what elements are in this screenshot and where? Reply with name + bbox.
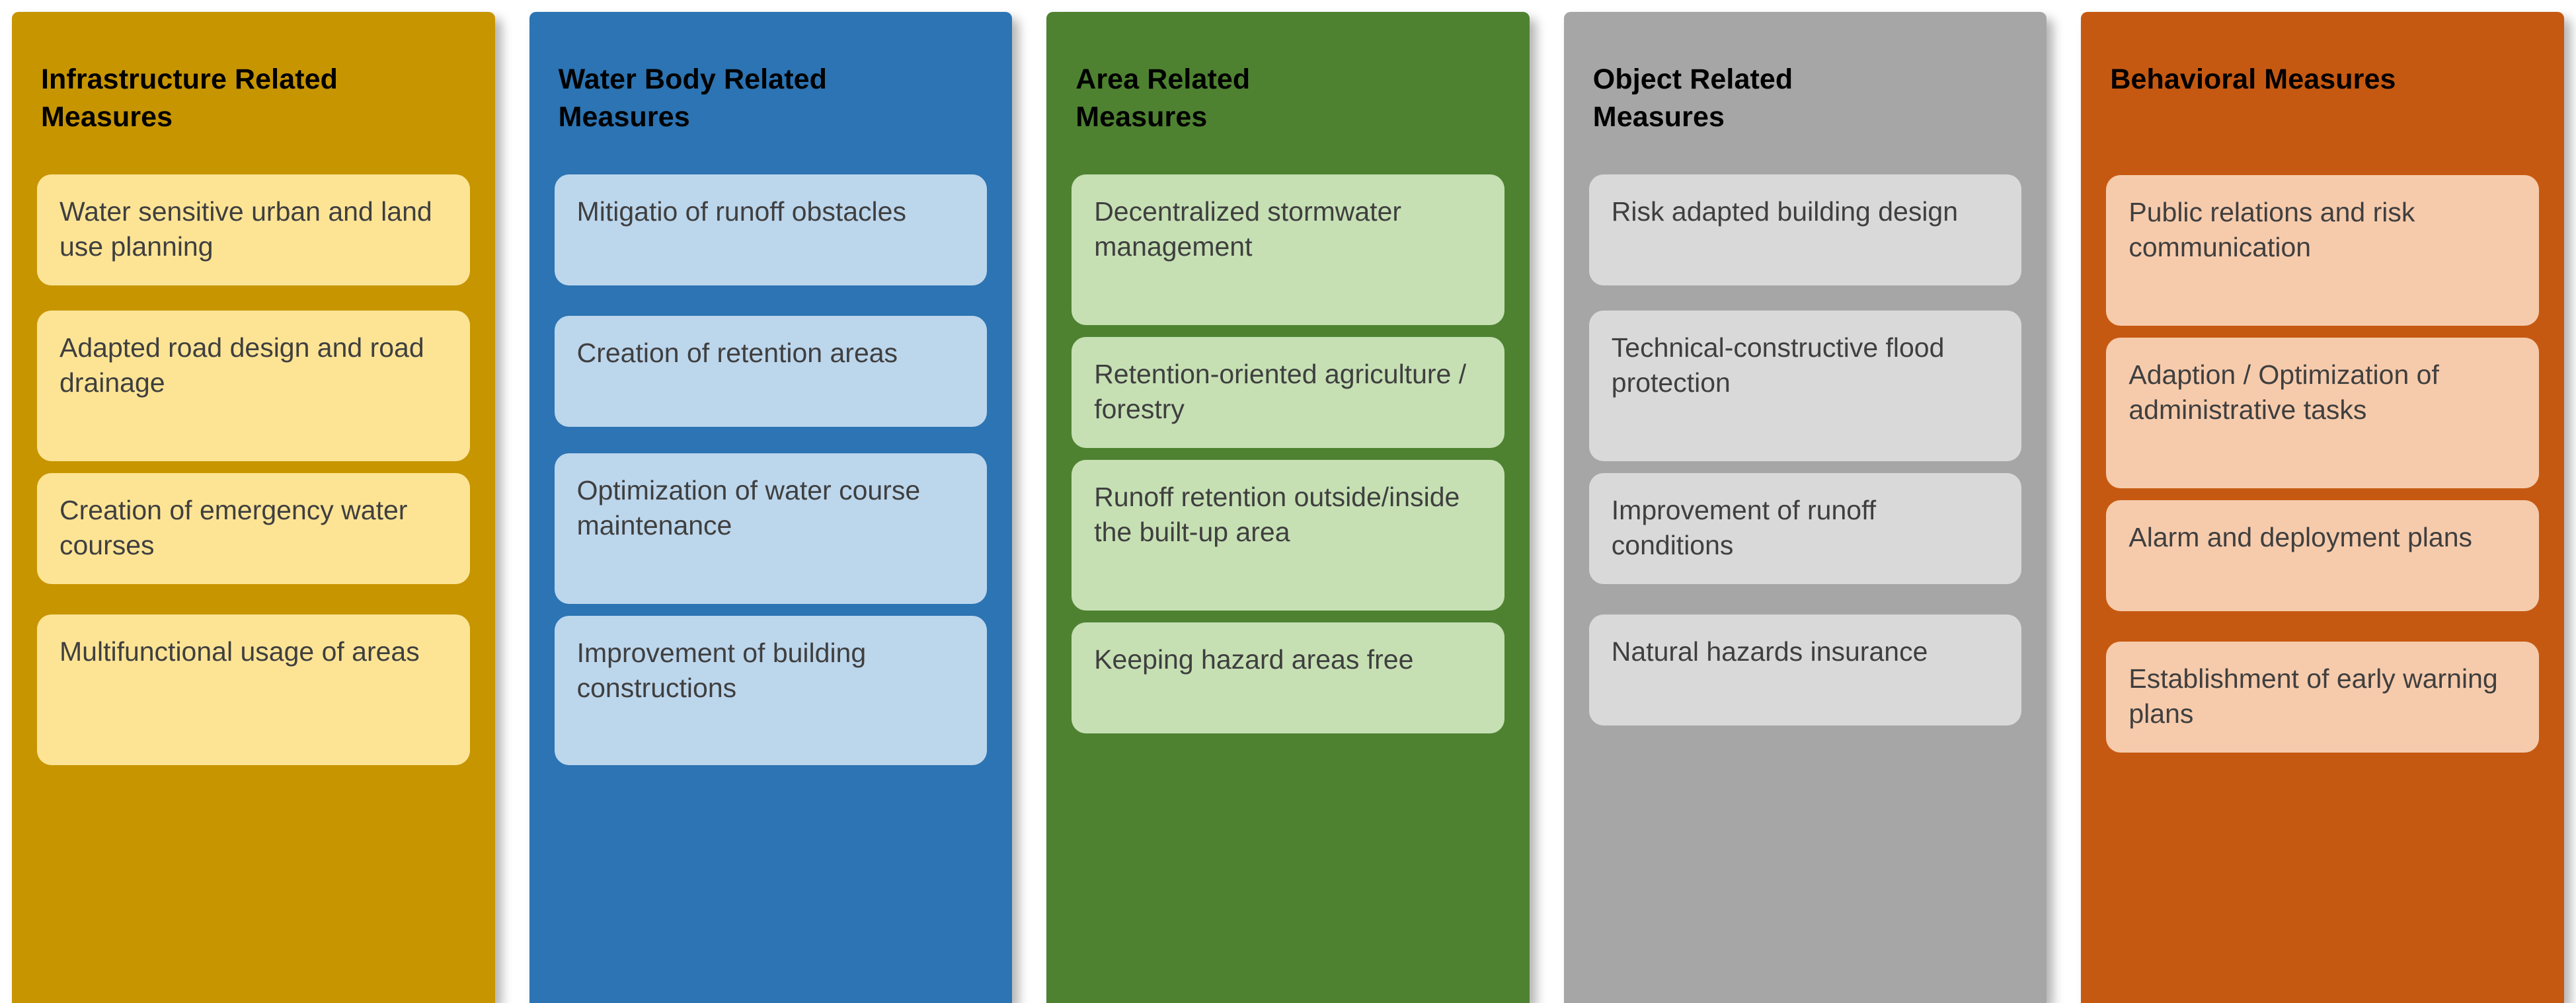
measure-card[interactable]: Keeping hazard areas free [1072, 622, 1504, 733]
measure-label: Water sensitive urban and land use plann… [59, 196, 432, 262]
measure-label: Creation of retention areas [576, 337, 898, 368]
measures-diagram: Infrastructure Related Measures Water se… [0, 0, 2576, 1003]
column-title-infrastructure: Infrastructure Related Measures [41, 63, 338, 133]
card-list-water-body: Mitigatio of runoff obstacles Creation o… [554, 136, 988, 765]
measure-card[interactable]: Adapted road design and road drainage [37, 310, 470, 461]
measure-card[interactable]: Optimization of water course maintenance [554, 453, 988, 604]
measure-card[interactable]: Improvement of runoff conditions [1588, 472, 2022, 584]
measure-card[interactable]: Water sensitive urban and land use plann… [37, 174, 470, 285]
measure-card[interactable]: Runoff retention outside/inside the buil… [1072, 459, 1504, 611]
card-list-infrastructure: Water sensitive urban and land use plann… [37, 136, 470, 765]
measure-card[interactable]: Creation of retention areas [554, 315, 988, 427]
measure-label: Improvement of runoff conditions [1611, 494, 1877, 560]
measure-card[interactable]: Improvement of building constructions [554, 615, 988, 765]
measure-card[interactable]: Risk adapted building design [1588, 174, 2022, 285]
card-list-area: Decentralized stormwater management Rete… [1072, 136, 1504, 733]
measure-label: Technical-constructive flood protection [1611, 332, 1945, 398]
measure-card[interactable]: Adaption / Optimization of administrativ… [2106, 337, 2539, 488]
measure-card[interactable]: Technical-constructive flood protection [1588, 310, 2022, 461]
measure-label: Decentralized stormwater management [1094, 196, 1402, 262]
measure-label: Improvement of building constructions [576, 637, 867, 703]
column-title-behavioral: Behavioral Measures [2110, 63, 2396, 95]
measure-label: Public relations and risk communication [2128, 196, 2415, 263]
card-list-behavioral: Public relations and risk communication … [2106, 98, 2539, 753]
measure-label: Creation of emergency water courses [59, 494, 408, 560]
column-area: Area Related Measures Decentralized stor… [1046, 12, 1530, 1003]
card-list-object: Risk adapted building design Technical-c… [1588, 136, 2022, 725]
measure-label: Establishment of early warning plans [2128, 663, 2498, 729]
measure-card[interactable]: Mitigatio of runoff obstacles [554, 174, 988, 285]
column-object: Object Related Measures Risk adapted bui… [1563, 12, 2047, 1003]
measure-card[interactable]: Creation of emergency water courses [37, 472, 470, 584]
measure-card[interactable]: Public relations and risk communication [2106, 174, 2539, 326]
measure-label: Keeping hazard areas free [1094, 644, 1414, 675]
measure-label: Retention-oriented agriculture / forestr… [1094, 358, 1467, 424]
measure-label: Adapted road design and road drainage [59, 332, 424, 398]
measure-card[interactable]: Establishment of early warning plans [2106, 641, 2539, 753]
column-water-body: Water Body Related Measures Mitigatio of… [529, 12, 1013, 1003]
measure-card[interactable]: Decentralized stormwater management [1072, 174, 1504, 325]
measure-label: Mitigatio of runoff obstacles [576, 196, 906, 227]
measure-label: Alarm and deployment plans [2128, 521, 2473, 552]
measure-label: Multifunctional usage of areas [59, 636, 420, 667]
measure-card[interactable]: Alarm and deployment plans [2106, 500, 2539, 611]
measure-label: Natural hazards insurance [1611, 636, 1928, 667]
measure-label: Risk adapted building design [1611, 196, 1959, 227]
column-behavioral: Behavioral Measures Public relations and… [2081, 12, 2564, 1003]
measure-label: Runoff retention outside/inside the buil… [1094, 481, 1460, 547]
measure-label: Adaption / Optimization of administrativ… [2128, 359, 2439, 426]
measure-label: Optimization of water course maintenance [576, 474, 921, 540]
column-title-area: Area Related Measures [1075, 63, 1251, 133]
measure-card[interactable]: Natural hazards insurance [1588, 614, 2022, 725]
measure-card[interactable]: Retention-oriented agriculture / forestr… [1072, 336, 1504, 448]
column-infrastructure: Infrastructure Related Measures Water se… [12, 12, 495, 1003]
column-title-object: Object Related Measures [1592, 63, 1793, 133]
column-title-water-body: Water Body Related Measures [558, 63, 827, 133]
measure-card[interactable]: Multifunctional usage of areas [37, 614, 470, 765]
